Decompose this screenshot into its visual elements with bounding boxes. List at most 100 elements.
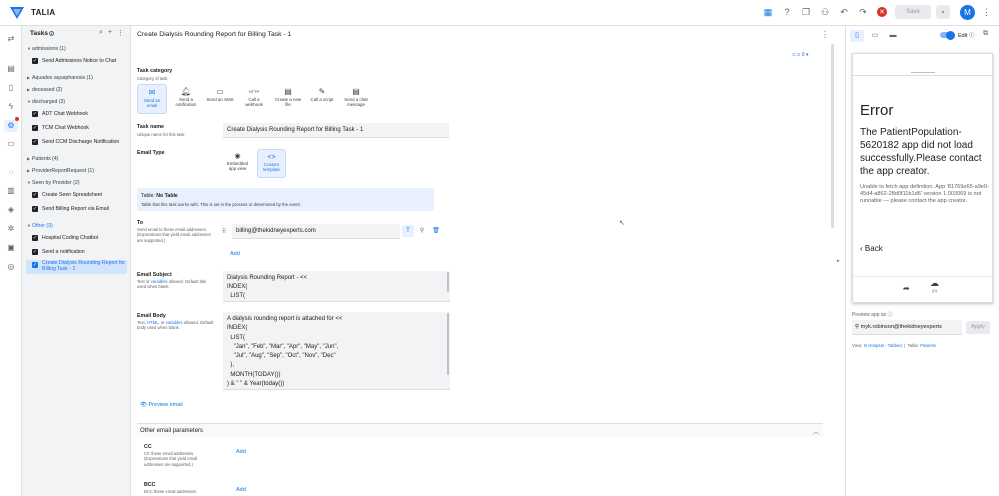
info-icon[interactable]: ⓘ: [969, 33, 975, 39]
task-item[interactable]: ✓ Send Billing Report via Email: [32, 206, 109, 212]
error-status-icon[interactable]: ✕: [877, 7, 887, 17]
back-button[interactable]: ‹ Back: [860, 244, 883, 253]
tablet-preview-icon[interactable]: ▭: [868, 30, 882, 42]
app-name: TALIA: [31, 8, 56, 17]
automation-icon[interactable]: ⚙: [4, 120, 18, 132]
email-type-custom-template[interactable]: <> Custom template: [257, 149, 286, 178]
checkbox-icon: ✓: [32, 139, 38, 145]
task-item[interactable]: ✓ Send a notification: [32, 249, 85, 255]
add-task-icon[interactable]: +: [108, 29, 112, 37]
task-item[interactable]: ✓ ADT Chat Webhook: [32, 111, 88, 117]
undo-icon[interactable]: ↶: [836, 4, 852, 20]
category-create-file[interactable]: ▤ Create a new file: [273, 84, 303, 114]
settings-icon[interactable]: ✲: [6, 224, 16, 234]
category-send-email[interactable]: ✉ Send an email: [137, 84, 167, 114]
script-icon: ✎: [318, 87, 326, 96]
editor-scrollbar[interactable]: [831, 44, 834, 228]
task-item[interactable]: ✓ TCM Chat Webhook: [32, 125, 89, 131]
user-avatar[interactable]: M: [960, 4, 975, 20]
category-call-webhook[interactable]: HTTP Call a webhook: [239, 84, 269, 114]
group-provider-report-request[interactable]: ▶ ProviderReportRequest (1): [27, 168, 94, 174]
text-type-icon[interactable]: T: [402, 225, 414, 237]
person-type-icon[interactable]: ⚲: [416, 225, 428, 237]
learn-icon[interactable]: ◎: [6, 262, 16, 272]
email-body-editor[interactable]: A dialysis rounding report is attached f…: [223, 312, 450, 390]
redo-icon[interactable]: ↷: [855, 4, 871, 20]
bcc-add-button[interactable]: Add: [236, 487, 246, 493]
variables-link[interactable]: variables: [151, 279, 168, 284]
task-name-input[interactable]: Create Dialysis Rounding Report for Bill…: [223, 123, 449, 138]
editor-view-icon[interactable]: ▦: [760, 4, 776, 20]
bell-icon: 🔔︎: [180, 87, 192, 96]
data-icon[interactable]: ⇄: [6, 34, 16, 44]
variables-link[interactable]: variables: [166, 320, 183, 325]
intelligence-icon[interactable]: ◌: [6, 168, 16, 178]
to-add-button[interactable]: Add: [230, 251, 240, 257]
monitor-icon[interactable]: ▣: [6, 243, 16, 253]
drag-handle-icon[interactable]: ⠿: [222, 228, 230, 235]
group-admissions[interactable]: ▼admissions (1): [27, 46, 66, 52]
table-link[interactable]: Patients: [920, 343, 936, 348]
expand-panel-icon[interactable]: ▸: [837, 258, 840, 264]
category-send-notification[interactable]: 🔔︎ Send a notification: [171, 84, 201, 114]
share-icon[interactable]: ⚇: [817, 4, 833, 20]
references-badge[interactable]: ⊂⊃ 0 ▾: [792, 52, 808, 58]
email-type-embedded[interactable]: ◉ Embedded app view: [223, 149, 252, 178]
view-link[interactable]: In Hospital - Tabbed: [864, 343, 902, 348]
save-dropdown-icon[interactable]: ▾: [936, 5, 950, 19]
task-item[interactable]: ✓ Create Seen Spreadsheet: [32, 192, 102, 198]
phone-header: [853, 54, 992, 76]
subject-scrollbar[interactable]: [447, 272, 449, 292]
task-name-hint: Unique name for this task: [137, 132, 185, 137]
category-send-chat[interactable]: ▤ Send a chat message: [341, 84, 371, 114]
apply-button[interactable]: Apply: [966, 321, 990, 334]
task-item[interactable]: ✓ Hospital Coding Chatbot: [32, 235, 98, 241]
task-category-hint: Category of task: [137, 76, 168, 81]
copy-app-icon[interactable]: ❐: [798, 4, 814, 20]
other-email-params-header[interactable]: Other email parameters ︿: [137, 423, 823, 437]
webhook-icon: HTTP: [248, 89, 260, 94]
search-icon[interactable]: ⌕: [99, 29, 103, 37]
category-call-script[interactable]: ✎ Call a script: [307, 84, 337, 114]
chat-icon[interactable]: ▭: [6, 139, 16, 149]
cloud-sync-icon[interactable]: ☁ (0): [930, 279, 939, 294]
body-scrollbar[interactable]: [447, 313, 449, 375]
group-seen-by-provider[interactable]: ▼Seen by Provider (2): [27, 180, 80, 186]
cc-add-button[interactable]: Add: [236, 449, 246, 455]
info-icon[interactable]: ⓘ: [888, 312, 893, 318]
category-send-sms[interactable]: ▭ Send an SMS: [205, 84, 235, 114]
email-subject-editor[interactable]: Dialysis Rounding Report - << INDEX( LIST…: [223, 271, 450, 302]
to-row: ⠿ billing@thekidneyexperts.com T ⚲ 🗑︎: [222, 223, 447, 239]
group-patients[interactable]: ▶ Patients (4): [27, 156, 59, 162]
checkbox-icon: ✓: [32, 58, 38, 64]
info-icon[interactable]: i: [48, 30, 54, 36]
preview-as-input[interactable]: ⚲ myk.robinson@thekidneyexperts: [852, 320, 962, 335]
editor-more-icon[interactable]: ⋮: [821, 30, 829, 39]
save-button[interactable]: Save: [895, 5, 931, 19]
phone-preview-icon[interactable]: ▯: [850, 30, 864, 42]
open-external-icon[interactable]: ⧉: [983, 30, 988, 38]
group-other[interactable]: ▼Other (3): [27, 223, 53, 229]
actions-icon[interactable]: ϟ: [6, 102, 16, 112]
mobile-icon[interactable]: ▯: [6, 83, 16, 93]
views-icon[interactable]: ▤: [6, 64, 16, 74]
share-arrow-icon[interactable]: ➦: [903, 284, 910, 293]
tasks-more-icon[interactable]: ⋮: [117, 29, 124, 37]
group-discharged[interactable]: ▼discharged (3): [27, 99, 65, 105]
bcc-label: BCC: [144, 482, 156, 488]
task-item[interactable]: ✓ Send CCM Discharge Notification: [32, 139, 119, 145]
task-item-selected[interactable]: ✓ Create Dialysis Rounding Report for Bil…: [26, 260, 127, 274]
html-link[interactable]: HTML: [147, 320, 158, 325]
security-icon[interactable]: ◈: [6, 205, 16, 215]
manage-icon[interactable]: ▥: [6, 186, 16, 196]
more-options-icon[interactable]: ⋮: [982, 7, 991, 18]
task-item[interactable]: ✓ Send Admissions Notice to Chat: [32, 58, 116, 64]
delete-icon[interactable]: 🗑︎: [430, 225, 442, 237]
help-icon[interactable]: ?: [779, 4, 795, 20]
desktop-preview-icon[interactable]: ▬: [886, 30, 900, 42]
to-email-input[interactable]: billing@thekidneyexperts.com: [232, 223, 400, 239]
group-aquadex[interactable]: ▶ Aquadex aquapharesis (1): [27, 75, 93, 81]
group-deceased[interactable]: ▶ deceased (2): [27, 87, 62, 93]
edit-mode-toggle[interactable]: [940, 30, 955, 40]
preview-email-button[interactable]: 👁︎ Preview email: [140, 402, 183, 408]
